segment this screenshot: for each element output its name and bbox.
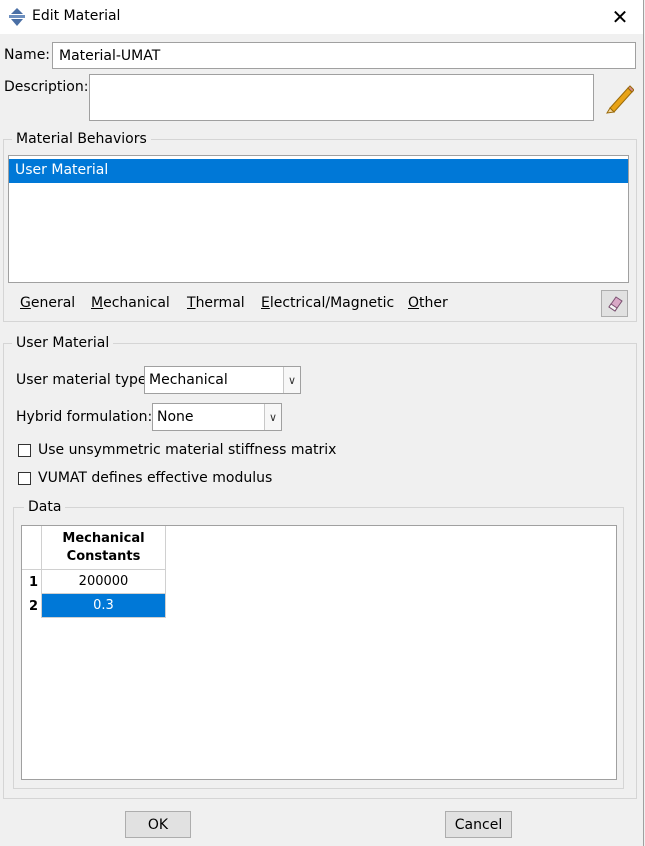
description-input[interactable] [89, 74, 594, 121]
unsymmetric-checkbox[interactable] [18, 444, 31, 457]
menu-thermal-mnemonic: T [187, 295, 196, 311]
menu-other[interactable]: Other [408, 295, 448, 311]
menu-thermal[interactable]: Thermal [187, 295, 245, 311]
menu-general-mnemonic: G [20, 295, 31, 311]
chevron-down-icon: ∨ [264, 404, 281, 430]
column-header-mechanical-constants[interactable]: Mechanical Constants [42, 526, 166, 570]
vumat-checkbox[interactable] [18, 472, 31, 485]
description-label: Description: [4, 79, 89, 95]
menu-mechanical-mnemonic: M [91, 295, 104, 311]
table-cell-selected[interactable]: 0.3 [42, 594, 166, 618]
list-item-user-material[interactable]: User Material [9, 159, 628, 183]
name-label: Name: [4, 47, 51, 63]
hybrid-formulation-label: Hybrid formulation: [16, 409, 153, 425]
data-legend: Data [24, 499, 66, 515]
window-border [643, 0, 644, 846]
eraser-icon [608, 296, 623, 312]
pencil-icon[interactable] [604, 82, 634, 114]
behaviors-list[interactable]: User Material [8, 155, 629, 283]
unsymmetric-label: Use unsymmetric material stiffness matri… [38, 442, 337, 458]
hybrid-formulation-select[interactable]: None ∨ [152, 403, 282, 431]
user-material-type-value: Mechanical [149, 372, 228, 388]
user-material-type-label: User material type: [16, 372, 152, 388]
menu-electrical-mnemonic: E [261, 295, 270, 311]
row-header-2[interactable]: 2 [22, 594, 42, 618]
user-material-type-select[interactable]: Mechanical ∨ [144, 366, 301, 394]
column-header-line2: Constants [66, 548, 141, 564]
hybrid-formulation-value: None [157, 409, 194, 425]
table-corner [22, 526, 42, 570]
material-diamond-icon [9, 8, 25, 26]
vumat-label: VUMAT defines effective modulus [38, 470, 273, 486]
column-header-line1: Mechanical [62, 530, 145, 546]
menu-electrical-magnetic[interactable]: Electrical/Magnetic [261, 295, 394, 311]
name-input[interactable] [52, 42, 636, 69]
row-header-1[interactable]: 1 [22, 570, 42, 594]
user-material-legend: User Material [12, 335, 114, 351]
menu-general[interactable]: General [20, 295, 75, 311]
material-behaviors-legend: Material Behaviors [12, 131, 151, 147]
cancel-button[interactable]: Cancel [445, 811, 512, 838]
close-icon: ✕ [611, 5, 629, 29]
title-bar: Edit Material ✕ [0, 0, 643, 34]
data-table[interactable]: Mechanical Constants 1 200000 2 0.3 [21, 525, 617, 780]
menu-other-mnemonic: O [408, 295, 420, 311]
close-button[interactable]: ✕ [600, 4, 640, 30]
menu-mechanical[interactable]: Mechanical [91, 295, 170, 311]
ok-button[interactable]: OK [125, 811, 191, 838]
chevron-down-icon: ∨ [283, 367, 300, 393]
window-title: Edit Material [32, 8, 121, 24]
table-cell[interactable]: 200000 [42, 570, 166, 594]
clear-behavior-button[interactable] [601, 290, 628, 317]
